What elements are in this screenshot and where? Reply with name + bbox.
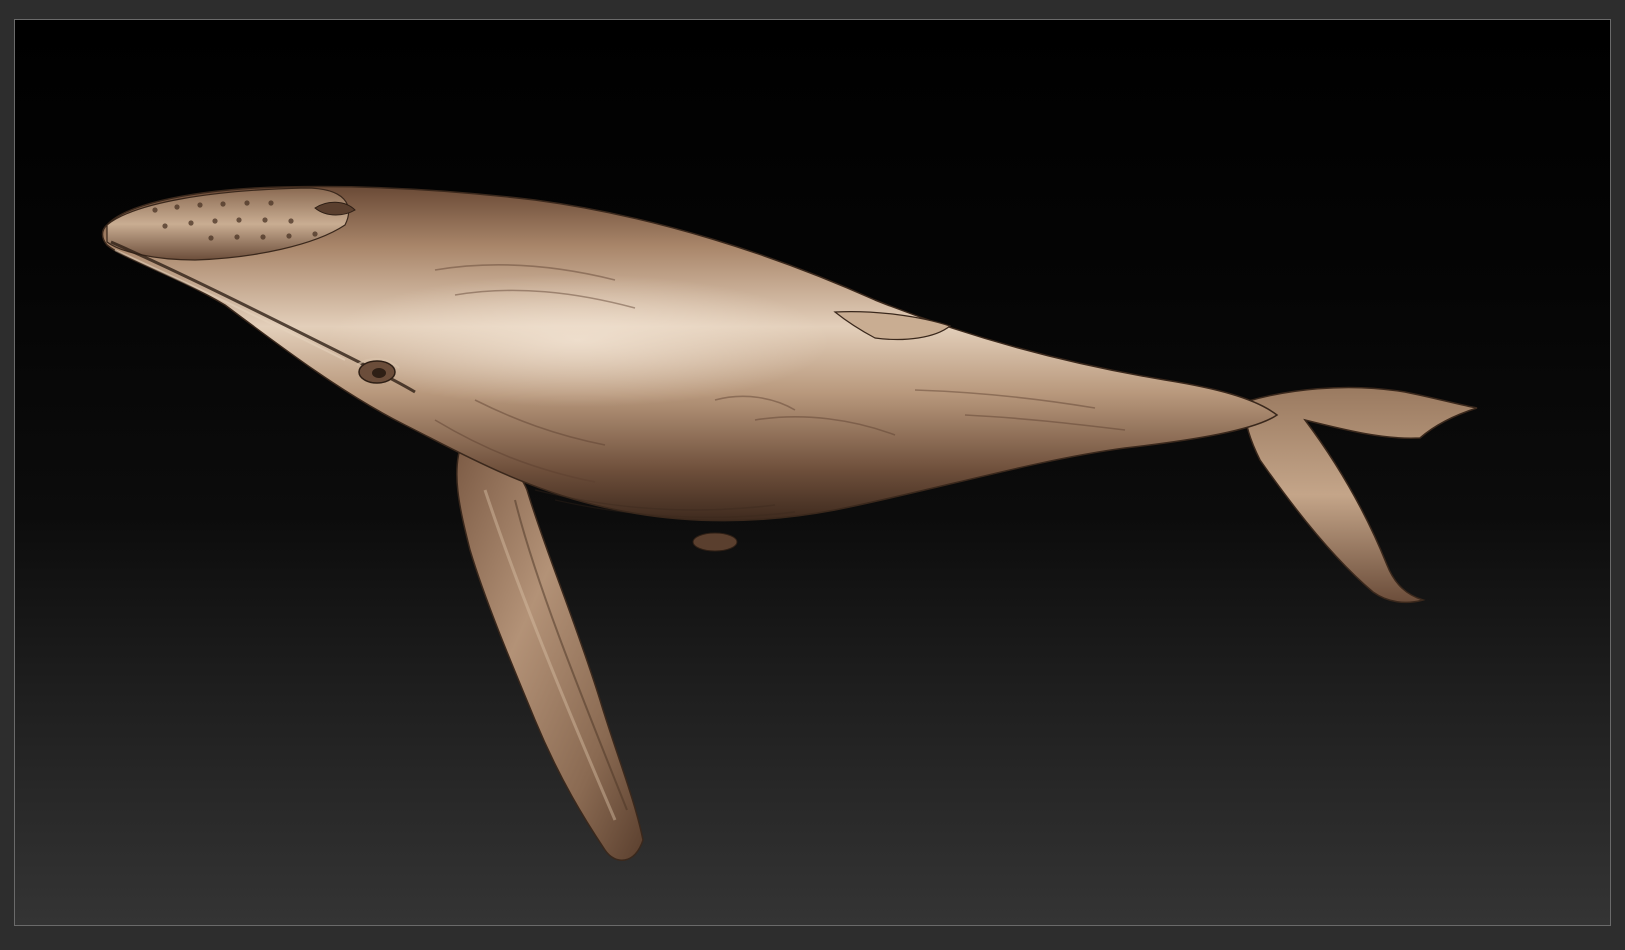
ventral-knob — [692, 532, 738, 552]
window-frame — [0, 0, 1625, 950]
body-highlight — [275, 255, 995, 445]
tail-fluke — [1243, 386, 1478, 604]
render-viewport — [14, 19, 1611, 926]
whale-render — [101, 185, 1478, 861]
